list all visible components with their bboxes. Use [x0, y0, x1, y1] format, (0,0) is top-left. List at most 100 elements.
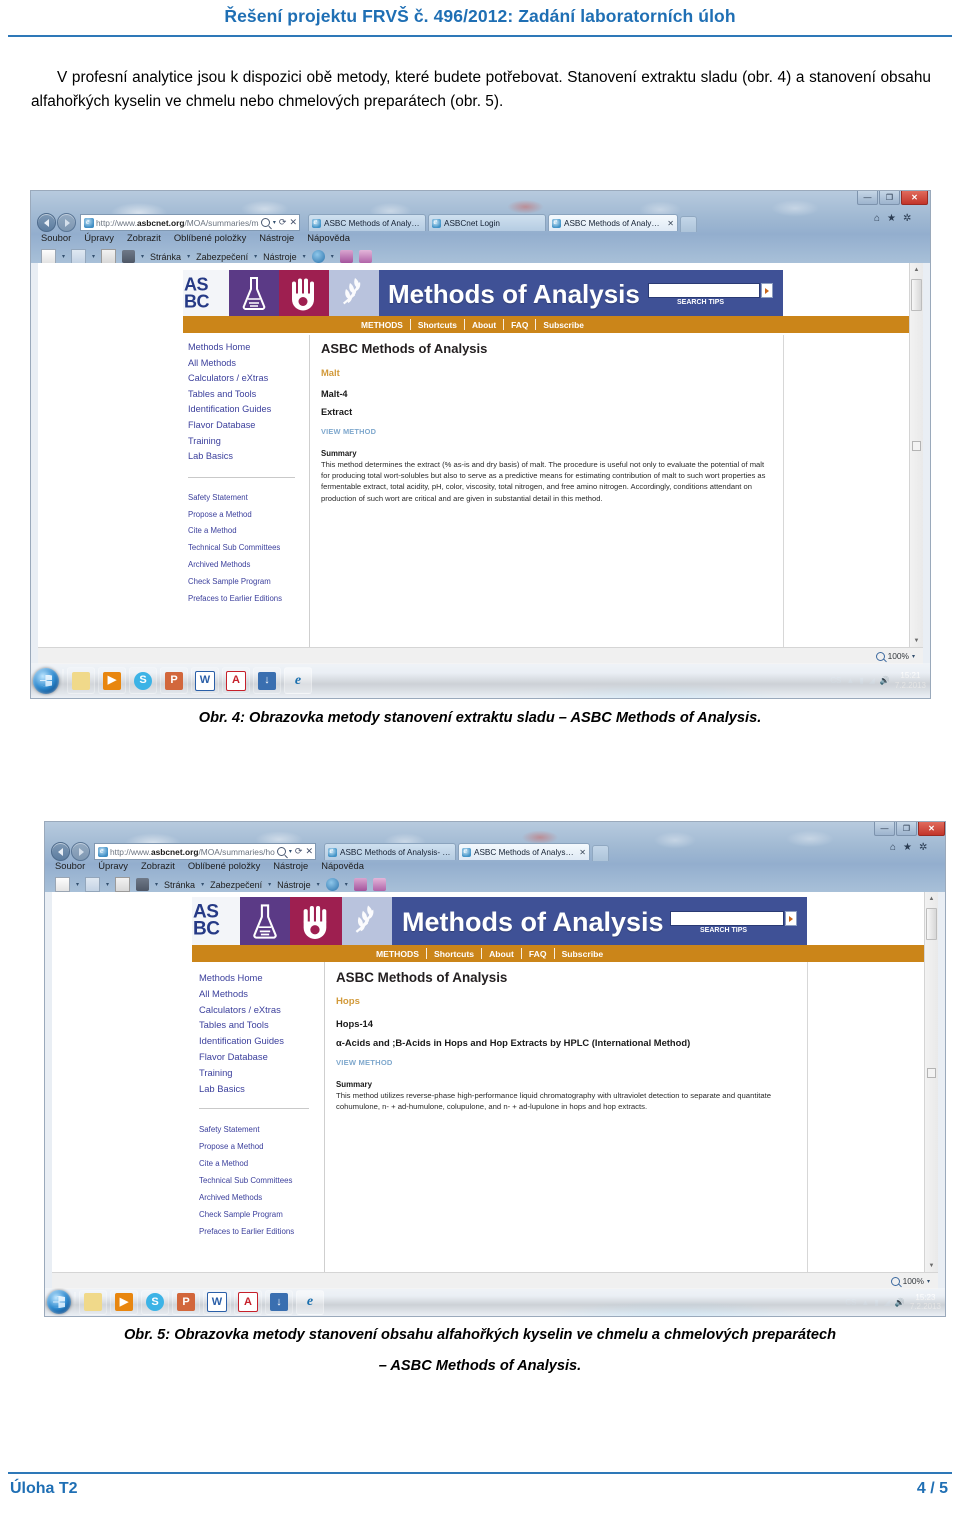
- chevron-down-icon[interactable]: ▾: [273, 219, 276, 226]
- rss-feed-icon[interactable]: [71, 249, 87, 264]
- forward-button[interactable]: [57, 213, 76, 232]
- sidebar-item-flavor-database[interactable]: Flavor Database: [188, 418, 303, 434]
- nav-item-methods[interactable]: METHODS: [361, 320, 403, 330]
- command-item-nastroje[interactable]: Nástroje: [263, 252, 297, 262]
- search-icon[interactable]: [276, 847, 286, 856]
- nav-item-subscribe[interactable]: Subscribe: [543, 320, 584, 330]
- sidebar-item-safety-statement[interactable]: Safety Statement: [188, 490, 303, 507]
- taskbar-item[interactable]: W: [203, 1289, 231, 1315]
- chevron-down-icon[interactable]: ▾: [141, 253, 144, 260]
- tray-volume-icon[interactable]: 🔊: [880, 676, 890, 685]
- menu-item-zobrazit[interactable]: Zobrazit: [127, 232, 161, 243]
- sidebar-item-archived-methods[interactable]: Archived Methods: [199, 1189, 317, 1206]
- sidebar-item-prefaces-to-earlier-editions[interactable]: Prefaces to Earlier Editions: [188, 591, 303, 608]
- menu-item-upravy[interactable]: Úpravy: [98, 860, 128, 871]
- chevron-down-icon[interactable]: ▾: [155, 881, 158, 888]
- menu-item-oblibene-polozky[interactable]: Oblíbené položky: [188, 860, 260, 871]
- chevron-down-icon[interactable]: ▾: [317, 881, 320, 888]
- home-icon[interactable]: ⌂: [890, 842, 896, 853]
- new-tab-button[interactable]: [592, 845, 609, 861]
- start-button[interactable]: [47, 1290, 71, 1314]
- page-scrollbar[interactable]: ▲ ▼: [924, 892, 938, 1272]
- browser-tab[interactable]: ASBCnet Login: [428, 214, 546, 231]
- tab-close-icon[interactable]: ✕: [579, 848, 586, 857]
- search-tips-link[interactable]: SEARCH TIPS: [677, 299, 724, 306]
- chevron-down-icon[interactable]: ▾: [62, 253, 65, 260]
- tray-language-indicator[interactable]: CS: [845, 1298, 856, 1307]
- scroll-up-arrow[interactable]: ▲: [925, 892, 938, 905]
- chevron-down-icon[interactable]: ▾: [106, 881, 109, 888]
- sidebar-item-training[interactable]: Training: [199, 1065, 317, 1081]
- minimize-button[interactable]: —: [857, 191, 878, 205]
- sidebar-item-identification-guides[interactable]: Identification Guides: [188, 402, 303, 418]
- taskbar-item[interactable]: ▶: [98, 667, 126, 694]
- sidebar-item-all-methods[interactable]: All Methods: [188, 356, 303, 372]
- taskbar-item[interactable]: P: [172, 1289, 200, 1315]
- command-item-stranka[interactable]: Stránka: [164, 880, 195, 890]
- nav-item-about[interactable]: About: [472, 320, 496, 330]
- scroll-down-arrow[interactable]: ▼: [910, 634, 923, 647]
- tray-expand-icon[interactable]: ▲: [846, 676, 854, 685]
- favorites-star-icon[interactable]: ★: [903, 842, 912, 853]
- command-item-zabezpeceni[interactable]: Zabezpečení: [210, 880, 262, 890]
- tray-language-indicator[interactable]: CS: [830, 676, 841, 685]
- tray-network-icon[interactable]: ◢: [884, 1298, 890, 1307]
- menu-item-upravy[interactable]: Úpravy: [84, 232, 114, 243]
- minimize-button[interactable]: —: [874, 822, 895, 836]
- new-tab-button[interactable]: [680, 216, 697, 232]
- maximize-button[interactable]: ❐: [896, 822, 917, 836]
- asbc-logo[interactable]: AS BC: [183, 270, 379, 316]
- nav-item-about[interactable]: About: [489, 949, 514, 959]
- menu-item-soubor[interactable]: Soubor: [55, 860, 85, 871]
- read-mail-icon[interactable]: [115, 877, 131, 892]
- menu-item-napoveda[interactable]: Nápověda: [307, 232, 350, 243]
- nav-item-faq[interactable]: FAQ: [529, 949, 547, 959]
- command-item-stranka[interactable]: Stránka: [150, 252, 181, 262]
- scrollbar-thumb[interactable]: [911, 279, 922, 311]
- sidebar-item-training[interactable]: Training: [188, 434, 303, 450]
- search-submit-button[interactable]: [761, 283, 773, 298]
- help-icon[interactable]: [325, 878, 339, 891]
- scroll-down-arrow[interactable]: ▼: [925, 1259, 938, 1272]
- start-button[interactable]: [33, 667, 59, 694]
- sidebar-item-lab-basics[interactable]: Lab Basics: [188, 449, 303, 465]
- onenote-clip-icon[interactable]: [353, 878, 367, 891]
- chevron-down-icon[interactable]: ▾: [303, 253, 306, 260]
- sidebar-item-safety-statement[interactable]: Safety Statement: [199, 1121, 317, 1138]
- feeds-page-icon[interactable]: [55, 877, 70, 892]
- sidebar-item-lab-basics[interactable]: Lab Basics: [199, 1081, 317, 1097]
- sidebar-item-prefaces-to-earlier-editions[interactable]: Prefaces to Earlier Editions: [199, 1223, 317, 1240]
- nav-item-methods[interactable]: METHODS: [376, 949, 419, 959]
- onenote-clip-icon[interactable]: [339, 250, 353, 263]
- page-scrollbar[interactable]: ▲ ▼: [909, 263, 923, 647]
- nav-item-subscribe[interactable]: Subscribe: [562, 949, 604, 959]
- chevron-down-icon[interactable]: ▾: [289, 848, 292, 855]
- tray-device-icon[interactable]: ▮: [859, 676, 863, 685]
- sidebar-item-propose-a-method[interactable]: Propose a Method: [199, 1138, 317, 1155]
- chevron-down-icon[interactable]: ▾: [76, 881, 79, 888]
- browser-tab-active[interactable]: ASBC Methods of Analysis ... ✕: [548, 214, 678, 231]
- scroll-up-arrow[interactable]: ▲: [910, 263, 923, 276]
- browser-tab[interactable]: ASBC Methods of Analysis- Ta...: [324, 843, 456, 860]
- sidebar-item-technical-sub-committees[interactable]: Technical Sub Committees: [199, 1172, 317, 1189]
- taskbar-item[interactable]: A: [222, 667, 250, 694]
- sidebar-item-all-methods[interactable]: All Methods: [199, 986, 317, 1002]
- rss-feed-icon[interactable]: [85, 877, 101, 892]
- sidebar-item-methods-home[interactable]: Methods Home: [188, 340, 303, 356]
- taskbar-item[interactable]: ↓: [253, 667, 281, 694]
- tray-device-icon[interactable]: ▮: [874, 1298, 878, 1307]
- nav-item-faq[interactable]: FAQ: [511, 320, 528, 330]
- sidebar-item-cite-a-method[interactable]: Cite a Method: [199, 1155, 317, 1172]
- chevron-down-icon[interactable]: ▾: [92, 253, 95, 260]
- back-button[interactable]: [37, 213, 56, 232]
- sidebar-item-flavor-database[interactable]: Flavor Database: [199, 1049, 317, 1065]
- scrollbar-thumb[interactable]: [926, 908, 937, 940]
- tools-gear-icon[interactable]: ✲: [903, 213, 911, 224]
- maximize-button[interactable]: ❐: [879, 191, 900, 205]
- onenote-linked-notes-icon[interactable]: [372, 878, 386, 891]
- sidebar-item-archived-methods[interactable]: Archived Methods: [188, 557, 303, 574]
- sidebar-item-check-sample-program[interactable]: Check Sample Program: [188, 574, 303, 591]
- refresh-icon[interactable]: ⟳: [279, 217, 287, 228]
- view-method-link[interactable]: VIEW METHOD: [336, 1058, 801, 1067]
- home-icon[interactable]: ⌂: [874, 213, 880, 224]
